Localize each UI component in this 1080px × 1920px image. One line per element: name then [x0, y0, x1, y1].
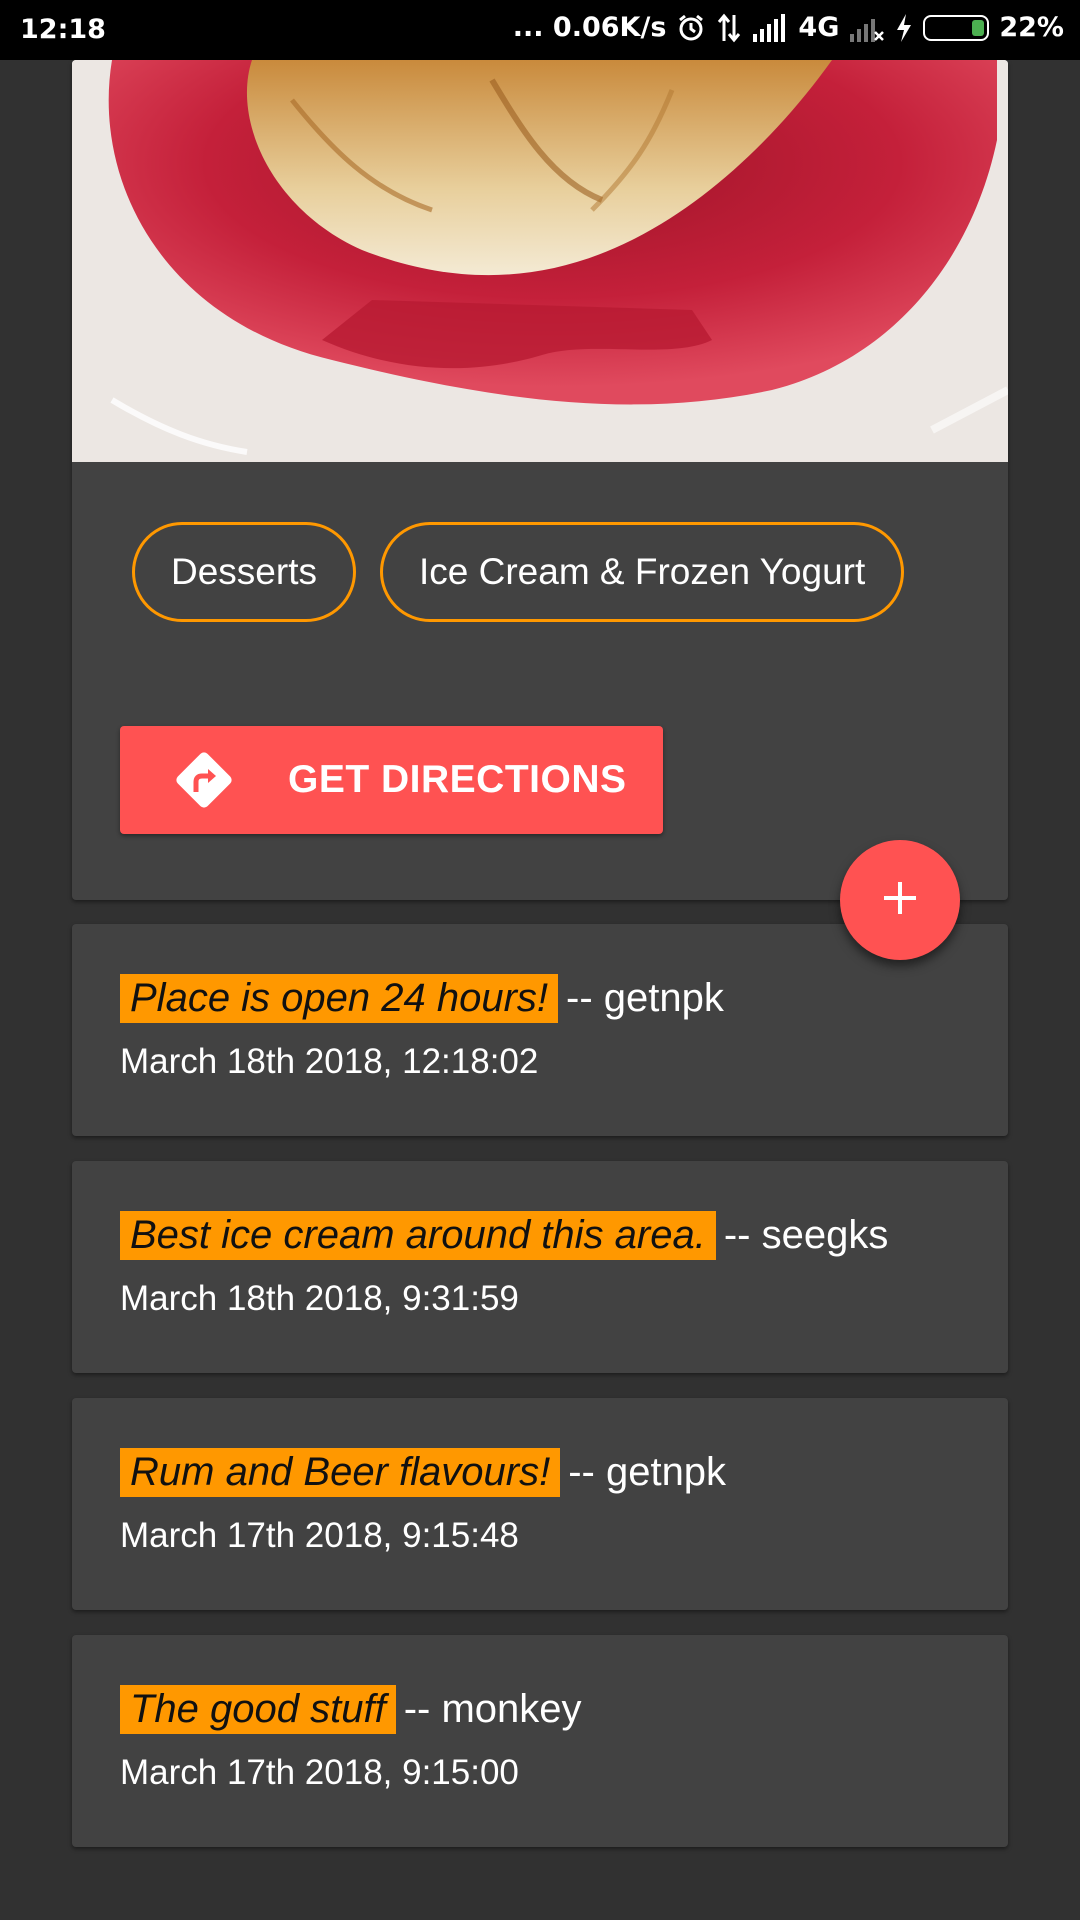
plus-icon — [880, 878, 920, 923]
review-date: March 17th 2018, 9:15:48 — [120, 1516, 519, 1555]
get-directions-label: GET DIRECTIONS — [288, 758, 627, 801]
review-date: March 17th 2018, 9:15:00 — [120, 1753, 519, 1792]
review-author: -- monkey — [403, 1687, 582, 1731]
review-text: Rum and Beer flavours! — [120, 1448, 561, 1497]
network-type: 4G — [798, 12, 840, 43]
data-transfer-icon — [716, 13, 742, 43]
review-date: March 18th 2018, 12:18:02 — [120, 1042, 539, 1081]
add-review-button[interactable] — [840, 840, 960, 960]
review-card: Place is open 24 hours! -- getnpk March 1… — [72, 924, 1008, 1136]
review-text: The good stuff — [120, 1685, 396, 1734]
dessert-photo — [72, 60, 1008, 462]
review-author: -- seegks — [723, 1213, 889, 1257]
directions-icon — [172, 748, 236, 812]
status-time: 12:18 — [20, 14, 106, 45]
review-card: The good stuff -- monkey March 17th 2018,… — [72, 1635, 1008, 1847]
category-chips: Desserts Ice Cream & Frozen Yogurt — [132, 522, 905, 622]
alarm-icon — [676, 13, 706, 43]
review-author: -- getnpk — [566, 976, 724, 1020]
review-date: March 18th 2018, 9:31:59 — [120, 1279, 519, 1318]
signal-icon — [752, 13, 788, 42]
battery-level — [972, 19, 985, 36]
network-speed: ... 0.06K/s — [512, 12, 667, 43]
review-text: Place is open 24 hours! — [120, 974, 559, 1023]
get-directions-button[interactable]: GET DIRECTIONS — [120, 726, 663, 834]
battery-percent: 22% — [999, 12, 1064, 43]
chip-ice-cream-frozen-yogurt[interactable]: Ice Cream & Frozen Yogurt — [379, 522, 905, 622]
review-text: Best ice cream around this area. — [120, 1211, 716, 1260]
review-card: Best ice cream around this area. -- seegk… — [72, 1161, 1008, 1373]
place-card: Desserts Ice Cream & Frozen Yogurt GET D… — [72, 60, 1008, 900]
battery-icon — [923, 14, 990, 41]
review-card: Rum and Beer flavours! -- getnpk March 17… — [72, 1398, 1008, 1610]
review-author: -- getnpk — [568, 1450, 727, 1494]
signal-no-sim-icon — [849, 14, 885, 42]
chip-desserts[interactable]: Desserts — [132, 522, 356, 622]
status-bar: 12:18 ... 0.06K/s 4G 22% — [0, 0, 1080, 60]
charging-icon — [895, 13, 913, 43]
